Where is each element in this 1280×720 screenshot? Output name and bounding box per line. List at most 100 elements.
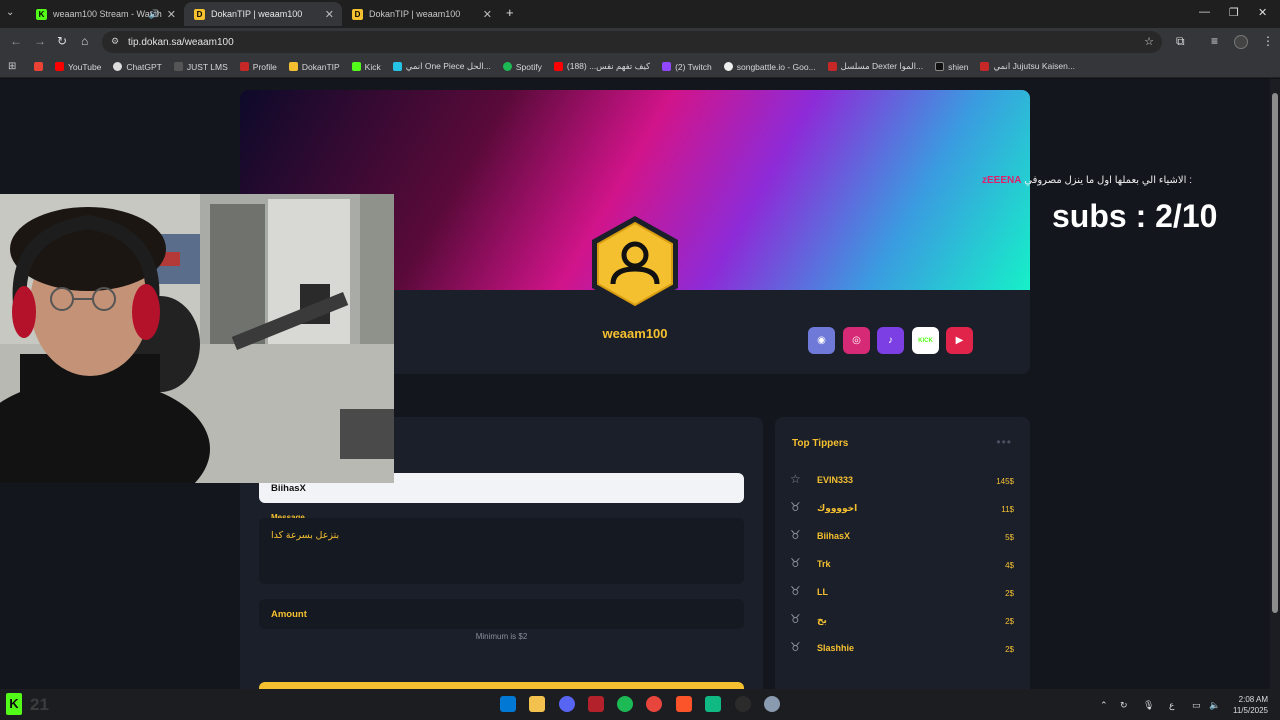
network-icon[interactable]: ▭ [1192,700,1201,711]
apps-grid-icon[interactable]: ⊞ [8,61,16,72]
tab-search-icon[interactable]: ⌄ [6,7,14,18]
media-icon[interactable]: ≡ [1211,34,1218,48]
voice-app-icon[interactable] [588,696,604,712]
overlay-suffix: : [1189,175,1192,186]
medal-icon: ♉ [790,528,801,542]
youtube-icon [55,62,64,71]
bookmark-label: DokanTIP [301,61,340,72]
bookmark-just-lms[interactable]: JUST LMS [173,62,228,72]
speaker-icon[interactable]: 🔊 [149,9,160,20]
discord-icon[interactable] [559,696,575,712]
bookmarks-bar: ⊞ YouTube ChatGPT JUST LMS Profile Dokan… [0,56,1280,78]
instagram-button[interactable]: ◎ [843,327,870,354]
reload-icon[interactable]: ↻ [57,34,67,48]
bookmark-jujutsu[interactable]: انمي Jujutsu Kaisen... [980,61,1075,72]
tipper-amount: 2$ [1005,589,1014,598]
windows-start-icon[interactable] [500,696,516,712]
spotify-icon[interactable] [617,696,633,712]
minimize-icon[interactable]: — [1199,6,1210,18]
star-icon: ☆ [790,472,801,486]
tipper-amount: 145$ [996,477,1014,486]
restore-icon[interactable]: ❐ [1229,6,1239,19]
bookmark-dexter[interactable]: مسلسل Dexter الموا... [827,61,923,72]
new-tab-icon[interactable]: + [506,5,514,20]
more-icon[interactable]: ••• [996,435,1012,449]
scrollbar-thumb[interactable] [1272,93,1278,613]
bookmark-shien[interactable]: shien [935,62,968,72]
youtube-button[interactable]: ▶ [946,327,973,354]
chrome-icon[interactable] [646,696,662,712]
bookmark-dokantip[interactable]: DokanTIP [288,61,340,72]
menu-icon[interactable]: ⋮ [1262,34,1274,48]
tray-chevron-icon[interactable]: ⌃ [1100,700,1108,711]
overlay-text: الاشياء الي بعملها اول ما ينزل مصروفي [1024,175,1187,186]
list-item: ☆ EVIN333 145$ [790,470,1014,492]
bookmark-gmail[interactable] [34,62,43,71]
windows-taskbar: K 21 ⌃ ↻ 🎙 ع ▭ 🔈 2:08 AM 11/5/2025 [0,689,1280,720]
bookmark-label: YouTube [68,61,102,72]
home-icon[interactable]: ⌂ [81,34,88,48]
url-input[interactable]: ⚙ tip.dokan.sa/weaam100 ☆ [102,31,1162,53]
youtube-icon: ▶ [955,335,964,346]
app-icon[interactable] [705,696,721,712]
system-clock[interactable]: 2:08 AM 11/5/2025 [1228,694,1268,716]
kick-button[interactable]: KICK [912,327,939,354]
bookmark-youtube[interactable]: YouTube [55,62,101,72]
clock-time: 2:08 AM [1238,695,1268,704]
profile-avatar[interactable] [1234,35,1248,49]
bookmark-profile[interactable]: Profile [239,62,277,72]
message-field[interactable]: بتزعل بسرعة كدا [259,518,744,584]
bookmark-youtube-video[interactable]: كيف تفهم نفس... (188) [553,61,650,72]
kick-icon: K [36,8,47,20]
settings-icon[interactable] [764,696,780,712]
volume-icon[interactable]: 🔈 [1209,700,1220,711]
mic-icon[interactable]: 🎙 [1143,700,1154,711]
brave-icon[interactable] [676,696,692,712]
list-item: ♉ Slashhie 2$ [790,638,1014,660]
list-item: ♉ بخ 2$ [790,610,1014,632]
back-icon[interactable]: ← [10,34,22,48]
bookmark-star-icon[interactable]: ☆ [1144,35,1154,48]
forward-icon[interactable]: → [34,34,46,48]
tipper-name: EVIN333 [817,475,854,485]
tiktok-button[interactable]: ♪ [877,327,904,354]
sync-icon[interactable]: ↻ [1120,700,1128,711]
site-info-icon[interactable]: ⚙ [111,36,119,47]
top-tippers-title: Top Tippers [792,438,849,449]
dokantip-icon: D [352,8,363,20]
tab-dokantip[interactable]: D DokanTIP | weaam100 ✕ [342,2,500,26]
close-icon[interactable]: ✕ [325,8,334,21]
window-close-icon[interactable]: ✕ [1258,6,1267,19]
spotify-icon [502,62,512,71]
keyboard-language[interactable]: ع [1169,700,1174,711]
medal-icon: ♉ [790,584,801,598]
instagram-icon: ◎ [852,335,861,346]
bookmark-one-piece[interactable]: انمي One Piece الحل... [392,61,491,72]
discord-button[interactable]: ◉ [808,327,835,354]
bookmark-songbattle[interactable]: songbattle.io - Goo... [723,62,816,72]
bookmark-label: Kick [364,61,381,72]
bookmark-kick[interactable]: Kick [351,61,381,72]
medal-icon: ♉ [790,500,801,514]
tipper-name: اخووووك [817,503,858,513]
tab-stream[interactable]: K weaam100 Stream - Watch 🔊 ✕ [26,2,184,26]
bookmark-label: shien [948,61,969,72]
bookmark-twitch[interactable]: (2) Twitch [662,62,712,72]
tipper-name: BiihasX [817,531,851,541]
amount-field[interactable]: Amount [259,599,744,629]
obs-icon[interactable] [735,696,751,712]
medal-icon: ♉ [790,556,801,570]
bookmark-spotify[interactable]: Spotify [502,62,542,72]
url-text: tip.dokan.sa/weaam100 [128,36,234,48]
tipper-name: Trk [817,559,831,569]
extensions-icon[interactable]: ⧉ [1176,34,1185,49]
bookmark-chatgpt[interactable]: ChatGPT [113,62,162,72]
tab-label: weaam100 Stream - Watch [53,9,162,19]
close-icon[interactable]: ✕ [483,8,492,21]
page-scrollbar[interactable] [1270,79,1280,689]
tab-dokantip-active[interactable]: D DokanTIP | weaam100 ✕ [184,2,342,26]
file-explorer-icon[interactable] [529,696,545,712]
close-icon[interactable]: ✕ [167,8,176,21]
send-tip-button[interactable] [259,682,744,689]
kick-widget-icon[interactable]: K [6,693,22,715]
